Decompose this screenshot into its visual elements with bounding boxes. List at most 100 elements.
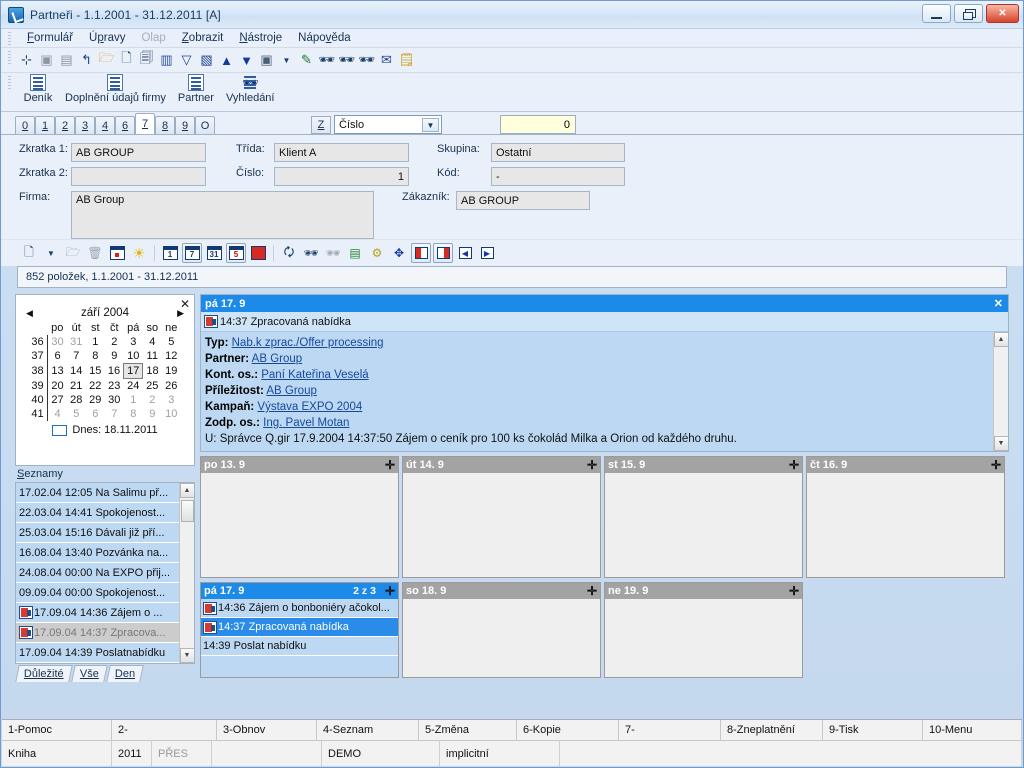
detail-field-value[interactable]: Ing. Pavel Motan bbox=[263, 417, 349, 429]
detail-field-value[interactable]: Paní Kateřina Veselá bbox=[261, 369, 368, 381]
add-event-icon[interactable]: ✛ bbox=[385, 585, 395, 597]
calendar-day[interactable]: 16 bbox=[105, 364, 124, 379]
menu-napoveda[interactable]: Nápověda bbox=[290, 30, 358, 46]
list-item[interactable]: 17.09.04 14:37 Zpracova... bbox=[16, 623, 179, 643]
alpha-tab-2[interactable]: 2 bbox=[55, 116, 75, 134]
calendar-day[interactable]: 10 bbox=[124, 349, 143, 364]
scroll-down-icon[interactable]: ▼ bbox=[180, 648, 195, 663]
fkey-5[interactable]: 5-Změna bbox=[419, 720, 517, 740]
close-button[interactable]: ✕ bbox=[986, 4, 1019, 23]
detail-subject-row[interactable]: 14:37 Zpracovaná nabídka bbox=[201, 312, 1008, 332]
fkey-10[interactable]: 10-Menu bbox=[923, 720, 1022, 740]
menu-nastroje[interactable]: Nástroje bbox=[231, 30, 290, 46]
calendar-day[interactable]: 13 bbox=[48, 364, 67, 379]
day-panel-po-13-9[interactable]: po 13. 9 ✛ bbox=[200, 456, 399, 578]
next-icon[interactable]: ▶ bbox=[477, 243, 497, 263]
fkey-2[interactable]: 2- bbox=[112, 720, 217, 740]
doplneni-udaju-firmy-button[interactable]: Doplnění údajů firmy bbox=[59, 73, 172, 104]
scroll-up-icon[interactable]: ▲ bbox=[180, 483, 195, 498]
calendar-day[interactable]: 26 bbox=[162, 379, 181, 394]
calendar-day[interactable]: 10 bbox=[162, 407, 181, 421]
calendar-day[interactable]: 6 bbox=[86, 407, 105, 421]
list-item[interactable]: 17.09.04 14:39 Poslatnabídku bbox=[16, 643, 179, 663]
new-document-icon[interactable]: 🗋 bbox=[117, 51, 136, 70]
fkey-3[interactable]: 3-Obnov bbox=[217, 720, 317, 740]
dropdown-arrow-icon[interactable]: ▼ bbox=[277, 51, 296, 70]
list-item[interactable]: 09.09.04 00:00 Spokojenost... bbox=[16, 583, 179, 603]
calendar-day[interactable]: 5 bbox=[67, 407, 86, 421]
partner-button[interactable]: Partner bbox=[172, 73, 220, 104]
calendar-day[interactable]: 5 bbox=[162, 335, 181, 349]
alpha-tab-o[interactable]: O bbox=[195, 116, 215, 134]
edit-note-icon[interactable]: 🗒 bbox=[397, 51, 416, 70]
event-item[interactable]: 14:36 Zájem o bonboniéry ačokol... bbox=[201, 599, 398, 618]
move-icon[interactable]: ✥ bbox=[389, 243, 409, 263]
calendar-grid-icon[interactable] bbox=[107, 243, 127, 263]
delete-icon[interactable]: 🗑 bbox=[85, 243, 105, 263]
filter-list-icon[interactable]: ▧ bbox=[197, 51, 216, 70]
scroll-down-icon[interactable]: ▼ bbox=[994, 436, 1009, 451]
fkey-8[interactable]: 8-Zneplatnění bbox=[721, 720, 823, 740]
menu-upravy[interactable]: Úpravy bbox=[81, 30, 133, 46]
day-panel-ne-19-9[interactable]: ne 19. 9 ✛ bbox=[604, 582, 803, 678]
calendar-day[interactable]: 12 bbox=[162, 349, 181, 364]
detail-field-value[interactable]: AB Group bbox=[252, 353, 303, 365]
calendar-day[interactable]: 20 bbox=[48, 379, 67, 394]
day-panel-body[interactable]: 14:36 Zájem o bonboniéry ačokol... 14:37… bbox=[201, 599, 398, 677]
seznamy-list[interactable]: 17.02.04 12:05 Na Salimu př... 22.03.04 … bbox=[15, 482, 195, 664]
find-next-icon[interactable]: 🕶 bbox=[323, 243, 343, 263]
copy-icon[interactable]: 🗐 bbox=[137, 51, 156, 70]
calendar-day[interactable]: 30 bbox=[105, 393, 124, 407]
alpha-tab-0[interactable]: 0 bbox=[15, 116, 35, 134]
calendar-day[interactable]: 19 bbox=[162, 364, 181, 379]
view-day-icon[interactable]: 1 bbox=[160, 243, 180, 263]
detail-field-value[interactable]: Výstava EXPO 2004 bbox=[257, 401, 362, 413]
add-event-icon[interactable]: ✛ bbox=[789, 585, 799, 597]
menu-zobrazit[interactable]: Zobrazit bbox=[174, 30, 232, 46]
tree-structure-icon[interactable]: ⊹ bbox=[17, 51, 36, 70]
calendar-day[interactable]: 28 bbox=[67, 393, 86, 407]
alpha-tab-9[interactable]: 9 bbox=[175, 116, 195, 134]
find-prev-icon[interactable]: 🕶 bbox=[357, 51, 376, 70]
calendar-day[interactable]: 21 bbox=[67, 379, 86, 394]
calendar-day[interactable]: 29 bbox=[86, 393, 105, 407]
detail-field-value[interactable]: AB Group bbox=[266, 385, 317, 397]
calendar-day[interactable]: 7 bbox=[67, 349, 86, 364]
add-event-icon[interactable]: ✛ bbox=[587, 459, 597, 471]
trida-field[interactable]: Klient A bbox=[274, 143, 409, 162]
event-item[interactable]: 14:39 Poslat nabídku bbox=[201, 637, 398, 656]
new-icon[interactable]: 🗋 bbox=[19, 243, 39, 263]
sort-down-icon[interactable]: ▼ bbox=[237, 51, 256, 70]
split-left-icon[interactable] bbox=[411, 243, 431, 263]
open-folder-icon[interactable]: 🗁 bbox=[97, 51, 116, 70]
event-item-selected[interactable]: 14:37 Zpracovaná nabídka bbox=[201, 618, 398, 637]
day-panel-body[interactable] bbox=[403, 599, 600, 677]
calendar-day[interactable]: 9 bbox=[143, 407, 162, 421]
day-panel-so-18-9[interactable]: so 18. 9 ✛ bbox=[402, 582, 601, 678]
add-event-icon[interactable]: ✛ bbox=[587, 585, 597, 597]
save-as-icon[interactable]: ▤ bbox=[57, 51, 76, 70]
undo-icon[interactable]: ↰ bbox=[77, 51, 96, 70]
sort-up-icon[interactable]: ▲ bbox=[217, 51, 236, 70]
calendar-day[interactable]: 27 bbox=[48, 393, 67, 407]
scroll-up-icon[interactable]: ▲ bbox=[994, 332, 1009, 347]
add-event-icon[interactable]: ✛ bbox=[789, 459, 799, 471]
add-event-icon[interactable]: ✛ bbox=[385, 459, 395, 471]
calendar-day[interactable]: 8 bbox=[124, 407, 143, 421]
camera-icon[interactable]: ▣ bbox=[257, 51, 276, 70]
export-icon[interactable]: ✎ bbox=[297, 51, 316, 70]
calendar-day-selected[interactable]: 17 bbox=[124, 364, 143, 379]
list-item[interactable]: 17.02.04 12:05 Na Salimu př... bbox=[16, 483, 179, 503]
save-icon[interactable]: ▣ bbox=[37, 51, 56, 70]
view-week-icon[interactable]: 7 bbox=[182, 243, 202, 263]
calendar-day[interactable]: 18 bbox=[143, 364, 162, 379]
alpha-tab-6[interactable]: 6 bbox=[115, 116, 135, 134]
cislo-field[interactable]: 1 bbox=[274, 167, 409, 186]
find-icon[interactable]: 🕶 bbox=[317, 51, 336, 70]
list-item[interactable]: 17.09.04 14:36 Zájem o ... bbox=[16, 603, 179, 623]
skupina-field[interactable]: Ostatní bbox=[491, 143, 625, 162]
view-list-icon[interactable] bbox=[248, 243, 268, 263]
day-panel-body[interactable] bbox=[605, 473, 802, 577]
split-right-icon[interactable] bbox=[433, 243, 453, 263]
alpha-tab-3[interactable]: 3 bbox=[75, 116, 95, 134]
